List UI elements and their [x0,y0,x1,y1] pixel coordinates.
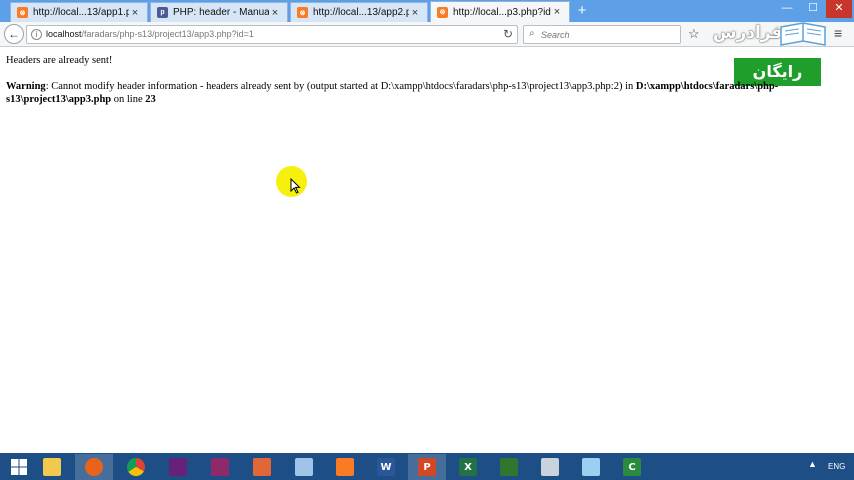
taskbar-chrome[interactable] [117,454,155,480]
tab-app3[interactable]: ⊗ http://local...p3.php?id=1 × [430,1,570,22]
taskbar-firefox[interactable] [75,454,113,480]
url-host: localhost [46,29,82,39]
winrar-icon [211,458,229,476]
word-icon: W [377,458,395,476]
arrow-left-icon: ← [8,27,20,41]
search-bar[interactable]: ⌕ [523,25,681,44]
firefox-icon [85,458,103,476]
taskbar-matlab[interactable] [243,454,281,480]
xampp-icon: ⊗ [437,6,448,18]
close-icon[interactable]: × [409,7,421,19]
calculator-icon [541,458,559,476]
close-window-button[interactable]: ✕ [826,0,852,18]
search-input[interactable] [541,28,676,41]
taskbar-calculator[interactable] [531,454,569,480]
book-logo-icon [780,22,826,46]
close-icon[interactable]: × [129,7,141,19]
url-bar[interactable]: i localhost/faradars/php-s13/project13/a… [26,25,518,44]
warning-line: 23 [145,94,156,105]
new-tab-button[interactable]: + [573,2,591,20]
matlab-icon [253,458,271,476]
tray-expand-icon[interactable]: ▲ [808,459,817,469]
powerpoint-icon: P [418,458,436,476]
taskbar-winrar[interactable] [201,454,239,480]
xampp-icon: ⊗ [297,7,308,18]
taskbar-notepad[interactable] [572,454,610,480]
bookmark-star-icon[interactable]: ☆ [688,26,700,42]
taskbar-file-explorer[interactable] [33,454,71,480]
tab-title: http://local...p3.php?id=1 [453,6,551,18]
tab-php-manual[interactable]: p PHP: header - Manual × [150,2,288,22]
windows-start-icon [11,459,27,475]
warning-message: : Cannot modify header information - hea… [45,81,636,92]
warning-label: Warning [6,81,46,92]
close-icon[interactable]: × [551,6,563,18]
back-button[interactable]: ← [4,24,24,44]
taskbar-powerpoint[interactable]: P [408,454,446,480]
tab-app2[interactable]: ⊗ http://local...13/app2.php × [290,2,428,22]
tab-title: http://local...13/app1.php [33,7,129,18]
taskbar-excel[interactable]: X [449,454,487,480]
xampp-icon: ⊗ [17,7,28,18]
hamburger-menu-icon[interactable]: ≡ [834,25,842,41]
minimize-button[interactable]: — [774,0,800,18]
close-icon[interactable]: × [269,7,281,19]
page-content: Headers are already sent! Warning: Canno… [6,54,826,106]
visual-studio-icon [169,458,187,476]
maximize-button[interactable]: ☐ [800,0,826,18]
url-text[interactable]: localhost/faradars/php-s13/project13/app… [46,29,254,39]
faradars-logo: فرادرس [713,19,831,51]
language-indicator[interactable]: ENG [828,462,845,471]
url-path: /faradars/php-s13/project13/app3.php?id=… [81,29,254,39]
taskbar-word[interactable]: W [367,454,405,480]
taskbar-project[interactable] [490,454,528,480]
tab-app1[interactable]: ⊗ http://local...13/app1.php × [10,2,148,22]
tab-title: PHP: header - Manual [173,7,269,18]
taskbar-camtasia[interactable]: C [613,454,651,480]
excel-icon: X [459,458,477,476]
taskbar-xampp[interactable] [326,454,364,480]
page-headline: Headers are already sent! [6,55,113,66]
reload-icon[interactable]: ↻ [503,27,513,41]
project-icon [500,458,518,476]
file-explorer-icon [43,458,61,476]
php-warning: Warning: Cannot modify header informatio… [6,80,826,106]
logo-text: فرادرس [713,23,783,43]
info-icon[interactable]: i [31,29,42,40]
php-icon: p [157,7,168,18]
windows-taskbar: W P X C ▲ ENG [0,453,854,480]
camtasia-icon: C [623,458,641,476]
xampp-icon [336,458,354,476]
notepad-icon [582,458,600,476]
search-icon: ⌕ [529,28,535,39]
tab-title: http://local...13/app2.php [313,7,409,18]
taskbar-visual-studio[interactable] [159,454,197,480]
mouse-cursor-icon [290,178,301,194]
warning-online: on line [111,94,146,105]
virtualbox-icon [295,458,313,476]
chrome-icon [127,458,145,476]
taskbar-virtualbox[interactable] [285,454,323,480]
